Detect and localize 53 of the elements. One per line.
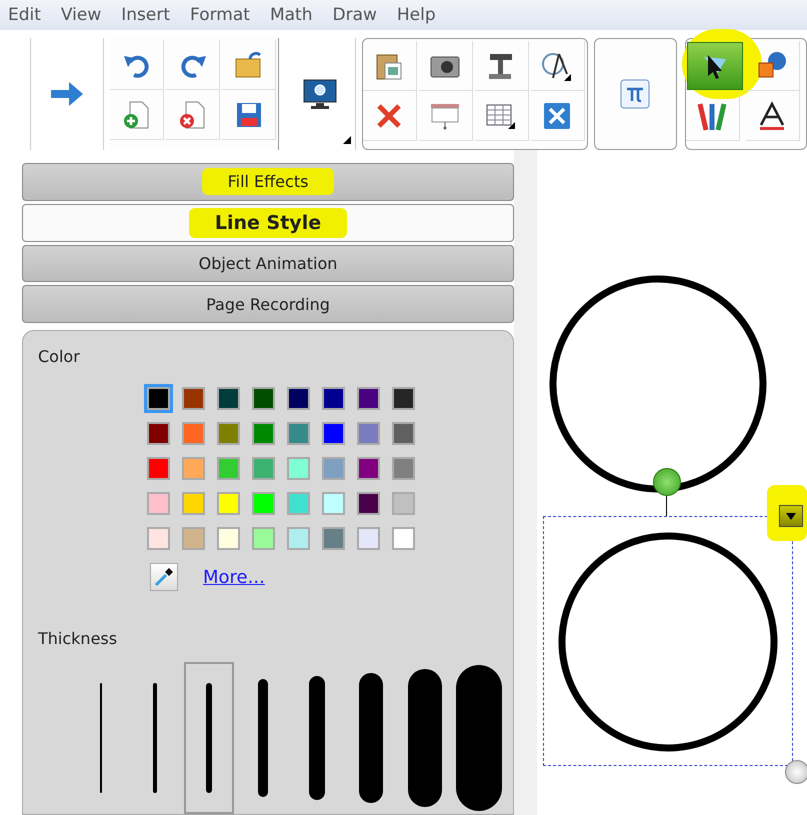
close-icon bbox=[376, 102, 402, 128]
caret-icon bbox=[786, 512, 796, 520]
panel-tab[interactable]: Object Animation bbox=[22, 244, 514, 282]
screen-shade-icon bbox=[429, 102, 462, 130]
menu-item[interactable]: Edit bbox=[8, 5, 41, 25]
folder-icon bbox=[234, 50, 264, 78]
monitor-icon bbox=[302, 78, 338, 110]
screen-capture-button[interactable] bbox=[418, 41, 473, 91]
menu-item[interactable]: View bbox=[60, 5, 102, 25]
shapes-icon bbox=[757, 50, 788, 80]
rotation-handle[interactable] bbox=[653, 468, 681, 496]
paste-button[interactable] bbox=[362, 41, 417, 91]
pens-button[interactable] bbox=[686, 91, 740, 141]
right-arrow-icon bbox=[49, 80, 86, 108]
more-colors-link[interactable]: More... bbox=[203, 566, 265, 588]
line-thickness-option[interactable] bbox=[184, 662, 234, 814]
section-title: Thickness bbox=[38, 629, 118, 648]
object-menu-button[interactable] bbox=[779, 505, 803, 527]
redo-button[interactable] bbox=[166, 40, 220, 90]
select-tool-button[interactable] bbox=[686, 42, 743, 90]
open-file-button[interactable] bbox=[222, 40, 276, 90]
panel-tab[interactable]: Line Style bbox=[22, 204, 514, 242]
tools-icon bbox=[543, 102, 572, 130]
line-thickness-option[interactable] bbox=[454, 662, 504, 814]
dropdown-corner-icon bbox=[342, 136, 351, 144]
next-page-button[interactable] bbox=[30, 38, 104, 150]
measurement-tools-button[interactable] bbox=[530, 41, 585, 91]
menu-item[interactable]: Draw bbox=[332, 5, 377, 25]
add-ons-button[interactable] bbox=[530, 91, 585, 141]
color-swatch[interactable] bbox=[144, 384, 173, 413]
eyedropper-icon bbox=[153, 566, 175, 588]
add-page-button[interactable] bbox=[110, 90, 164, 140]
eyedropper-button[interactable] bbox=[150, 563, 178, 591]
section-title: Color bbox=[38, 347, 81, 366]
undo-button[interactable] bbox=[110, 40, 164, 90]
resize-handle[interactable] bbox=[785, 760, 807, 784]
circle-shape[interactable] bbox=[557, 531, 779, 753]
table-icon bbox=[485, 102, 518, 130]
delete-button[interactable] bbox=[362, 91, 417, 141]
menu-item[interactable]: Format bbox=[190, 5, 250, 25]
document-camera-button[interactable] bbox=[474, 41, 529, 91]
table-button[interactable] bbox=[474, 91, 529, 141]
menu-item[interactable]: Help bbox=[396, 5, 436, 25]
shapes-button[interactable] bbox=[746, 41, 800, 91]
pi-icon bbox=[620, 79, 650, 109]
panel-tab[interactable]: Page Recording bbox=[22, 285, 514, 323]
menu-item[interactable]: Insert bbox=[121, 5, 170, 25]
delete-page-button[interactable] bbox=[166, 90, 220, 140]
save-button[interactable] bbox=[222, 90, 276, 140]
panel-tab[interactable]: Fill Effects bbox=[22, 163, 514, 201]
text-button[interactable] bbox=[746, 91, 800, 141]
menu-item[interactable]: Math bbox=[270, 5, 312, 25]
text-icon bbox=[758, 100, 786, 130]
